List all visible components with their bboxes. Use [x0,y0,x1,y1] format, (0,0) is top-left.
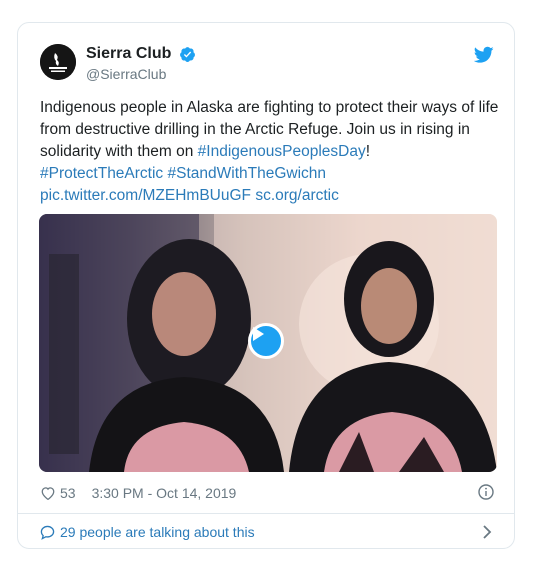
display-name[interactable]: Sierra Club [86,44,171,64]
comment-bubble-icon [40,525,55,540]
like-count[interactable]: 53 [60,485,76,501]
avatar[interactable] [40,44,76,80]
sierra-club-logo-icon [40,44,76,80]
tweet-card: Sierra Club @SierraClub Indigenous peopl… [17,22,515,549]
info-icon[interactable] [478,484,494,500]
handle[interactable]: @SierraClub [86,65,196,83]
tweet-text-part-2: ! [365,143,371,160]
play-icon [253,327,264,341]
timestamp[interactable]: 3:30 PM - Oct 14, 2019 [92,485,237,501]
verified-badge-icon [179,46,195,62]
video-media[interactable] [39,214,497,472]
play-button[interactable] [248,323,284,359]
hashtag-stand-with-the-gwichn[interactable]: #StandWithTheGwichn [168,165,327,182]
hashtag-indigenous-peoples-day[interactable]: #IndigenousPeoplesDay [198,143,366,160]
chevron-right-icon[interactable] [482,525,492,539]
tweet-header: Sierra Club @SierraClub [40,44,494,84]
heart-icon[interactable] [40,486,56,500]
hashtag-protect-the-arctic[interactable]: #ProtectTheArctic [40,165,163,182]
divider [18,513,514,514]
pic-link[interactable]: pic.twitter.com/MZEHmBUuGF [40,187,251,204]
twitter-bird-icon[interactable] [474,46,494,64]
tweet-text: Indigenous people in Alaska are fighting… [40,97,500,207]
sc-org-link[interactable]: sc.org/arctic [255,187,339,204]
conversation-footer[interactable]: 29 people are talking about this [40,521,494,543]
account-names: Sierra Club @SierraClub [86,44,196,83]
tweet-meta: 53 3:30 PM - Oct 14, 2019 [40,483,494,503]
talking-count-link[interactable]: 29 people are talking about this [60,524,255,540]
